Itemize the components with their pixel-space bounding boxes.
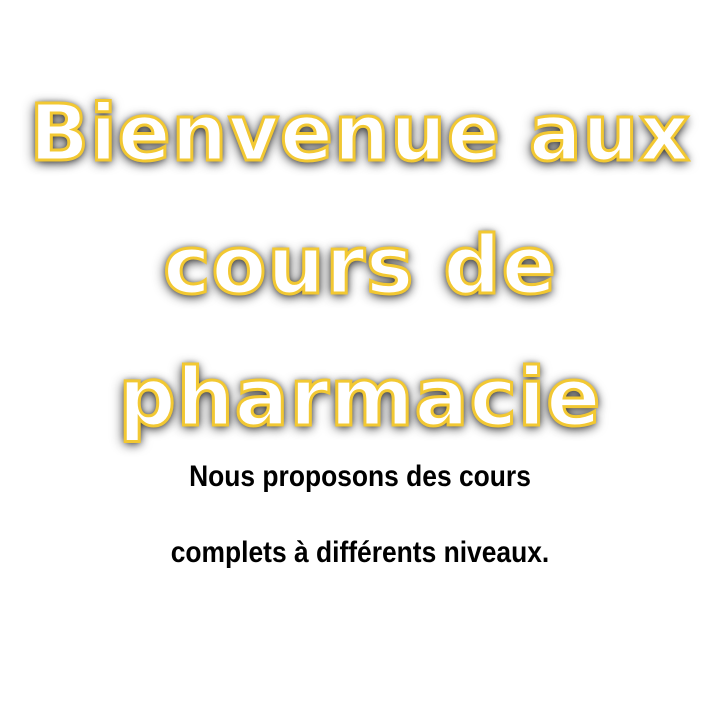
- poster: Bienvenue aux cours de pharmacie Nous pr…: [0, 0, 720, 720]
- headline-line-2: cours de: [162, 218, 558, 314]
- subtitle-line-2: complets à différents niveaux.: [170, 536, 550, 569]
- headline-line-1: Bienvenue aux: [28, 88, 691, 181]
- headline-line-3: pharmacie: [117, 350, 602, 446]
- subtitle-line-1: Nous proposons des cours: [189, 460, 531, 493]
- headline: Bienvenue aux cours de pharmacie: [0, 68, 720, 464]
